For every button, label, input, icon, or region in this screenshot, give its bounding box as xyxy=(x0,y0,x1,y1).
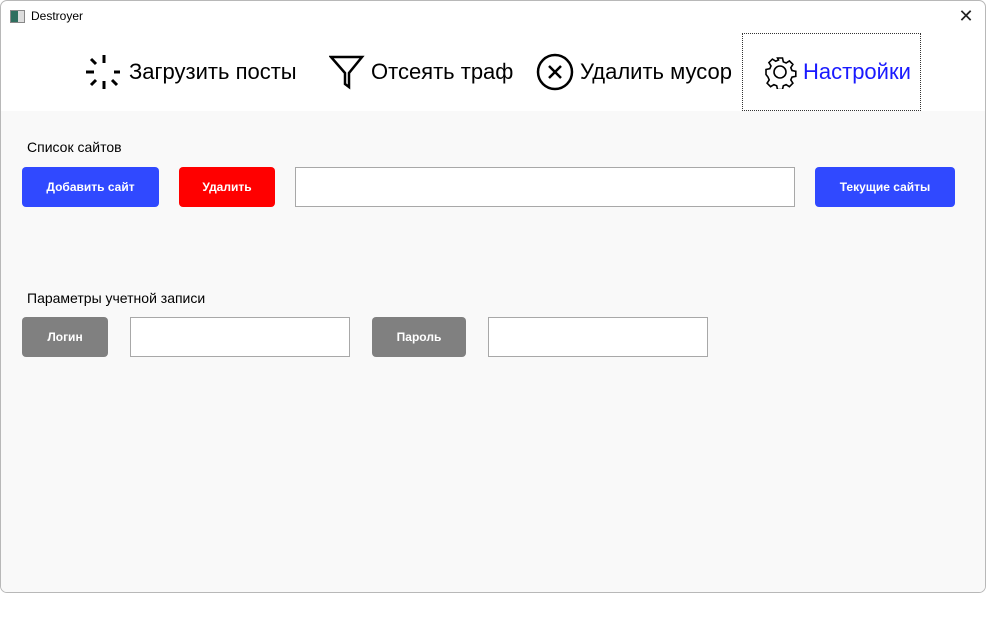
gear-icon xyxy=(765,57,797,89)
nav-delete-trash[interactable]: Удалить мусор xyxy=(536,33,732,111)
nav-label: Настройки xyxy=(803,59,911,84)
nav-label: Загрузить посты xyxy=(129,59,297,84)
title-bar: Destroyer ✕ xyxy=(1,1,985,33)
close-button[interactable]: ✕ xyxy=(953,5,979,27)
delete-site-button[interactable]: Удалить xyxy=(179,167,275,207)
site-input[interactable] xyxy=(295,167,795,207)
nav-settings[interactable]: Настройки xyxy=(742,33,921,111)
app-icon xyxy=(10,10,25,23)
nav-load-posts[interactable]: Загрузить посты xyxy=(85,33,297,111)
nav-filter-traffic[interactable]: Отсеять траф xyxy=(329,33,513,111)
password-button[interactable]: Пароль xyxy=(372,317,466,357)
login-input[interactable] xyxy=(130,317,350,357)
login-button[interactable]: Логин xyxy=(22,317,108,357)
nav-label: Отсеять траф xyxy=(371,59,514,84)
nav-bar: Загрузить посты Отсеять траф Удалить мус… xyxy=(1,33,985,111)
app-window: Destroyer ✕ Загрузить посты Отсеять траф… xyxy=(0,0,986,593)
account-params-label: Параметры учетной записи xyxy=(27,290,206,306)
sites-list-label: Список сайтов xyxy=(27,139,122,155)
close-circle-icon xyxy=(536,53,574,91)
window-title: Destroyer xyxy=(31,9,84,23)
loading-spinner-icon xyxy=(86,55,120,89)
settings-panel: Список сайтов Добавить сайт Удалить Теку… xyxy=(1,111,985,592)
nav-label: Удалить мусор xyxy=(580,59,732,84)
current-sites-button[interactable]: Текущие сайты xyxy=(815,167,955,207)
filter-icon xyxy=(329,55,365,90)
add-site-button[interactable]: Добавить сайт xyxy=(22,167,159,207)
password-input[interactable] xyxy=(488,317,708,357)
